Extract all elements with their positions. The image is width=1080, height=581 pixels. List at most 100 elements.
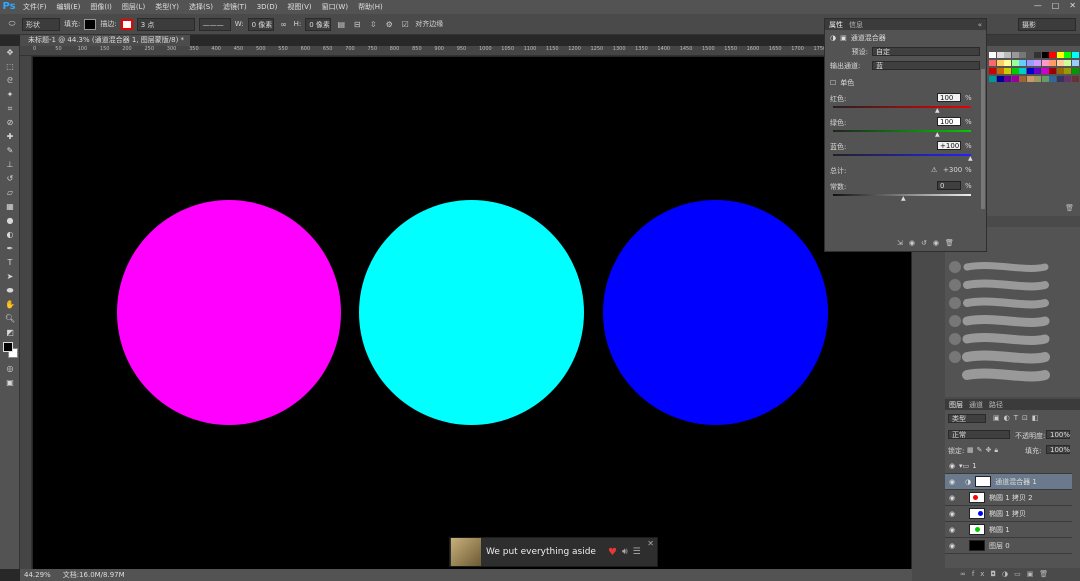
eye-icon[interactable]: ◉: [945, 526, 959, 534]
eye-icon[interactable]: ◉: [945, 510, 959, 518]
color-swatch[interactable]: [1041, 52, 1049, 58]
opacity-field[interactable]: 100%: [1046, 430, 1070, 439]
blue-field[interactable]: +100: [937, 141, 961, 150]
color-swatch[interactable]: [989, 52, 996, 58]
tab-info[interactable]: 信息: [849, 20, 863, 30]
color-swatch[interactable]: [1019, 52, 1026, 58]
stroke-swatch[interactable]: [120, 18, 133, 30]
layer-row-adjustment[interactable]: ◉ ◑ 通道混合器 1: [945, 474, 1072, 490]
history-brush-icon[interactable]: ↺: [0, 172, 20, 186]
red-field[interactable]: 100: [937, 93, 961, 102]
mono-checkbox[interactable]: ☐: [830, 79, 836, 87]
brush-strokes[interactable]: [945, 227, 1080, 397]
default-colors-icon[interactable]: ◩: [0, 326, 20, 340]
move-tool-icon[interactable]: ✥: [0, 46, 20, 60]
document-tab[interactable]: 未标题-1 @ 44.3% (通道混合器 1, 图层蒙版/8) *: [20, 35, 190, 46]
heart-icon[interactable]: ♥: [608, 547, 617, 558]
volume-icon[interactable]: 🔊︎: [622, 547, 628, 557]
tab-channels[interactable]: 通道: [969, 400, 983, 410]
stamp-tool-icon[interactable]: ⊥: [0, 158, 20, 172]
color-swatch[interactable]: [1034, 68, 1041, 74]
height-field[interactable]: 0 像素: [305, 17, 332, 31]
zoom-level[interactable]: 44.29%: [24, 569, 51, 581]
color-swatch[interactable]: [1004, 76, 1011, 82]
color-swatch[interactable]: [1049, 60, 1056, 66]
color-swatch[interactable]: [1026, 68, 1034, 74]
blur-tool-icon[interactable]: ●: [0, 214, 20, 228]
dodge-tool-icon[interactable]: ◐: [0, 228, 20, 242]
layer-row-background[interactable]: ◉ 图层 0: [945, 538, 1072, 554]
color-swatch[interactable]: [1056, 52, 1064, 58]
color-swatch[interactable]: [1041, 60, 1049, 66]
color-swatch[interactable]: [1071, 76, 1079, 82]
marquee-tool-icon[interactable]: ⬚: [0, 60, 20, 74]
music-notification[interactable]: We put everything aside ♥ 🔊︎ ☰ ✕: [449, 537, 658, 567]
crop-tool-icon[interactable]: ⌗: [0, 102, 20, 116]
color-swatch[interactable]: [1064, 68, 1071, 74]
canvas[interactable]: [33, 57, 911, 569]
menu-3d[interactable]: 3D(D): [252, 3, 283, 11]
lock-icons[interactable]: ▦✎✥🔒︎: [967, 446, 1001, 455]
type-tool-icon[interactable]: T: [0, 256, 20, 270]
screen-mode-icon[interactable]: ▣: [0, 376, 20, 390]
blue-slider-handle[interactable]: ▲: [968, 155, 973, 162]
minimize-button[interactable]: —: [1034, 1, 1042, 10]
color-swatch[interactable]: [989, 76, 996, 82]
layer-filter-icons[interactable]: ▣◐T⊡◧: [993, 414, 1042, 422]
color-swatch[interactable]: [1064, 76, 1071, 82]
tab-paths[interactable]: 路径: [989, 400, 1003, 410]
menu-layer[interactable]: 图层(L): [117, 2, 150, 12]
stroke-type-select[interactable]: ———: [198, 17, 231, 31]
fill-field[interactable]: 100%: [1046, 445, 1070, 454]
doc-size[interactable]: 文档:16.0M/8.97M: [63, 569, 125, 581]
color-swatch[interactable]: [1019, 60, 1026, 66]
link-icon[interactable]: ∞: [278, 20, 290, 29]
collapse-icon[interactable]: «: [978, 21, 982, 29]
gear-icon[interactable]: ⚙: [383, 20, 395, 29]
blue-circle[interactable]: [603, 200, 828, 425]
zoom-tool-icon[interactable]: 🔍︎: [0, 312, 20, 326]
checkbox-icon[interactable]: ☑: [399, 20, 411, 29]
lasso-tool-icon[interactable]: ᘓ: [0, 74, 20, 88]
menu-image[interactable]: 图像(I): [85, 2, 117, 12]
tab-layers[interactable]: 图层: [949, 400, 963, 410]
color-swatch[interactable]: [1004, 52, 1011, 58]
playlist-icon[interactable]: ☰: [633, 547, 641, 557]
color-swatch[interactable]: [996, 68, 1004, 74]
color-swatch[interactable]: [1011, 76, 1019, 82]
menu-view[interactable]: 视图(V): [282, 2, 316, 12]
color-swatch[interactable]: [1034, 60, 1041, 66]
color-swatch[interactable]: [1011, 60, 1019, 66]
color-swatch[interactable]: [1004, 60, 1011, 66]
hand-tool-icon[interactable]: ✋: [0, 298, 20, 312]
color-swatch[interactable]: [1049, 76, 1056, 82]
tab-properties[interactable]: 属性: [829, 20, 843, 30]
blend-mode-select[interactable]: 正常: [948, 430, 1010, 439]
layers-footer-icons[interactable]: ∞fx◘◑▭▣🗑︎: [960, 570, 1054, 578]
blue-slider[interactable]: [833, 154, 971, 156]
color-swatch[interactable]: [996, 52, 1004, 58]
quick-mask-icon[interactable]: ◎: [0, 362, 20, 376]
properties-scrollbar[interactable]: [981, 69, 985, 209]
menu-window[interactable]: 窗口(W): [317, 2, 353, 12]
color-swatch[interactable]: [1011, 52, 1019, 58]
color-swatch[interactable]: [1071, 60, 1079, 66]
path-arrangement-icon[interactable]: ⇳: [367, 20, 379, 29]
color-swatch[interactable]: [1049, 52, 1056, 58]
layer-row-ellipse-copy2[interactable]: ◉ 椭圆 1 拷贝 2: [945, 490, 1072, 506]
eye-icon[interactable]: ◉: [945, 494, 959, 502]
brush-tool-icon[interactable]: ✎: [0, 144, 20, 158]
path-select-icon[interactable]: ➤: [0, 270, 20, 284]
fill-swatch[interactable]: [84, 18, 97, 30]
color-swatch[interactable]: [1004, 68, 1011, 74]
eye-icon[interactable]: ◉: [945, 478, 959, 486]
red-slider-handle[interactable]: ▲: [935, 107, 940, 114]
menu-type[interactable]: 类型(Y): [150, 2, 184, 12]
workspace-select[interactable]: 摄影: [1018, 18, 1076, 31]
path-alignment-icon[interactable]: ⊟: [351, 20, 363, 29]
menu-filter[interactable]: 滤镜(T): [218, 2, 252, 12]
close-button[interactable]: ✕: [1069, 1, 1076, 10]
green-slider-handle[interactable]: ▲: [935, 131, 940, 138]
color-swatch[interactable]: [1019, 68, 1026, 74]
menu-edit[interactable]: 编辑(E): [52, 2, 86, 12]
